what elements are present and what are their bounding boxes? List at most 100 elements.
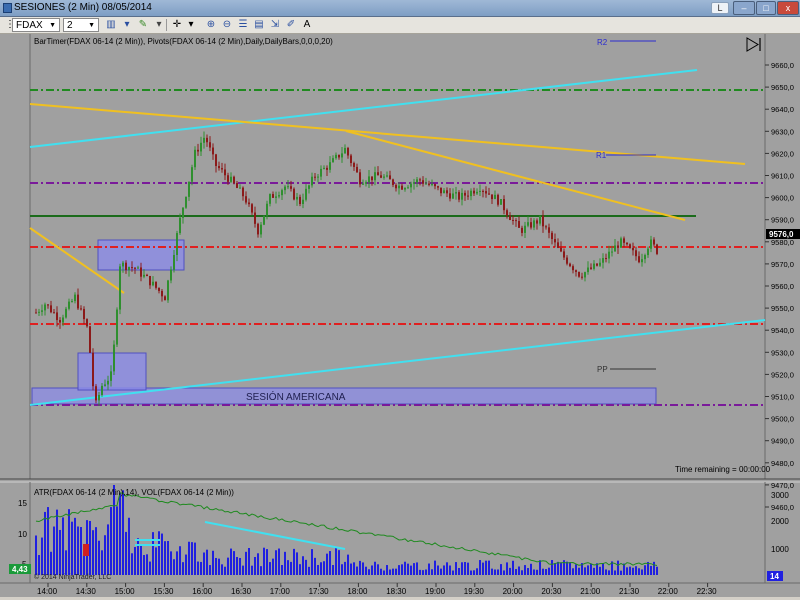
interval-selector[interactable]: 2 Min▼ <box>63 18 99 45</box>
pivot-pp-label: PP <box>597 365 608 374</box>
crosshair-icon[interactable]: ✛ <box>170 18 184 32</box>
volume-bar <box>569 562 571 575</box>
time-tick-label: 14:30 <box>76 587 97 596</box>
price-tick-label: 9490,0 <box>771 437 794 446</box>
candle-body <box>362 183 364 185</box>
bars-icon[interactable]: ▥ <box>104 18 118 32</box>
volume-bar <box>557 561 559 575</box>
volume-bar <box>215 557 217 575</box>
candle-body <box>197 149 199 152</box>
candle-body <box>320 168 322 177</box>
volume-bar <box>467 562 469 575</box>
volume-bar <box>332 565 334 575</box>
volume-bar <box>473 570 475 575</box>
volume-bar <box>206 549 208 575</box>
strategy-icon[interactable]: ▤ <box>252 18 266 32</box>
minimize-button[interactable]: – <box>733 1 755 15</box>
volume-bar <box>548 567 550 575</box>
volume-bar <box>533 569 535 575</box>
volume-bar <box>224 566 226 575</box>
volume-bar <box>515 569 517 575</box>
text-icon[interactable]: A <box>300 18 314 32</box>
candle-body <box>218 166 220 169</box>
volume-bar <box>242 565 244 575</box>
candle-body <box>311 176 313 186</box>
candle-body <box>296 196 298 200</box>
candle-body <box>269 194 271 204</box>
volume-bar <box>137 538 139 575</box>
volume-bar <box>44 511 46 575</box>
drawing-tools-icon[interactable]: ✐ <box>284 18 298 32</box>
volume-bar <box>500 564 502 575</box>
candle-body <box>518 221 520 228</box>
volume-bar <box>443 565 445 575</box>
candle-body <box>272 194 274 198</box>
volume-bar <box>437 565 439 575</box>
candle-body <box>188 181 190 197</box>
time-tick-label: 14:00 <box>37 587 58 596</box>
volume-bar <box>431 569 433 575</box>
session-label: SESIÓN AMERICANA <box>246 390 346 403</box>
volume-bar <box>626 567 628 575</box>
volume-bar <box>74 517 76 575</box>
volume-bar <box>341 564 343 575</box>
volume-bar <box>359 560 361 575</box>
volume-bar <box>419 569 421 575</box>
chart-area[interactable]: 9660,0 9650,0 9640,0 9630,0 9620,0 9610,0 9600… <box>0 34 800 597</box>
candle-body <box>65 308 67 318</box>
instrument-selector[interactable]: FDAX 06-14▼ <box>12 18 60 45</box>
candle-body <box>281 190 283 196</box>
zoom-in-icon[interactable]: ⊕ <box>204 18 218 32</box>
candle-body <box>143 274 145 277</box>
candle-body <box>176 233 178 255</box>
candle-body <box>317 176 319 178</box>
candle-body <box>104 384 106 386</box>
candle-body <box>47 304 49 306</box>
volume-bar <box>497 569 499 575</box>
candle-body <box>134 267 136 269</box>
dropdown-icon[interactable]: ▾ <box>152 18 166 32</box>
volume-bar <box>368 569 370 575</box>
candle-body <box>125 262 127 271</box>
maximize-button[interactable]: □ <box>756 1 776 15</box>
volume-bar <box>398 565 400 575</box>
close-button[interactable]: x <box>777 1 799 15</box>
pencil-icon[interactable]: ✎ <box>136 18 150 32</box>
candle-body <box>236 183 238 188</box>
price-tick-label: 9500,0 <box>771 415 794 424</box>
properties-icon[interactable]: ☰ <box>236 18 250 32</box>
candle-body <box>647 248 649 256</box>
zoom-out-icon[interactable]: ⊖ <box>220 18 234 32</box>
volume-bar <box>446 562 448 575</box>
lock-button[interactable]: L <box>711 2 729 14</box>
volume-bar <box>632 567 634 575</box>
candle-body <box>638 256 640 263</box>
price-tick-label: 9620,0 <box>771 149 794 158</box>
volume-bar <box>152 532 154 575</box>
atr-tick-10: 10 <box>18 530 27 539</box>
volume-bar <box>440 568 442 575</box>
volume-bar <box>461 562 463 575</box>
volume-bar <box>578 567 580 575</box>
candle-body <box>131 267 133 269</box>
candle-body <box>305 188 307 200</box>
candle-body <box>527 222 529 226</box>
volume-bar <box>251 565 253 575</box>
candle-body <box>623 238 625 243</box>
candle-body <box>428 183 430 185</box>
candle-body <box>35 312 37 314</box>
vol-value-label: 14 <box>770 572 779 581</box>
volume-bar <box>605 569 607 575</box>
volume-bar <box>338 550 340 575</box>
candle-body <box>437 186 439 188</box>
candle-body <box>503 199 505 211</box>
candle-body <box>656 244 658 254</box>
price-tick-label: 9550,0 <box>771 304 794 313</box>
volume-bar <box>488 560 490 575</box>
lower-indicator-label: ATR(FDAX 06-14 (2 Min),14), VOL(FDAX 06-… <box>34 488 234 497</box>
candle-body <box>89 326 91 353</box>
chart-type-icon[interactable]: ▾ <box>120 18 134 32</box>
chevron-down-icon[interactable]: ▾ <box>184 18 198 32</box>
price-axis[interactable] <box>765 34 800 479</box>
attach-icon[interactable]: ⇲ <box>268 18 282 32</box>
